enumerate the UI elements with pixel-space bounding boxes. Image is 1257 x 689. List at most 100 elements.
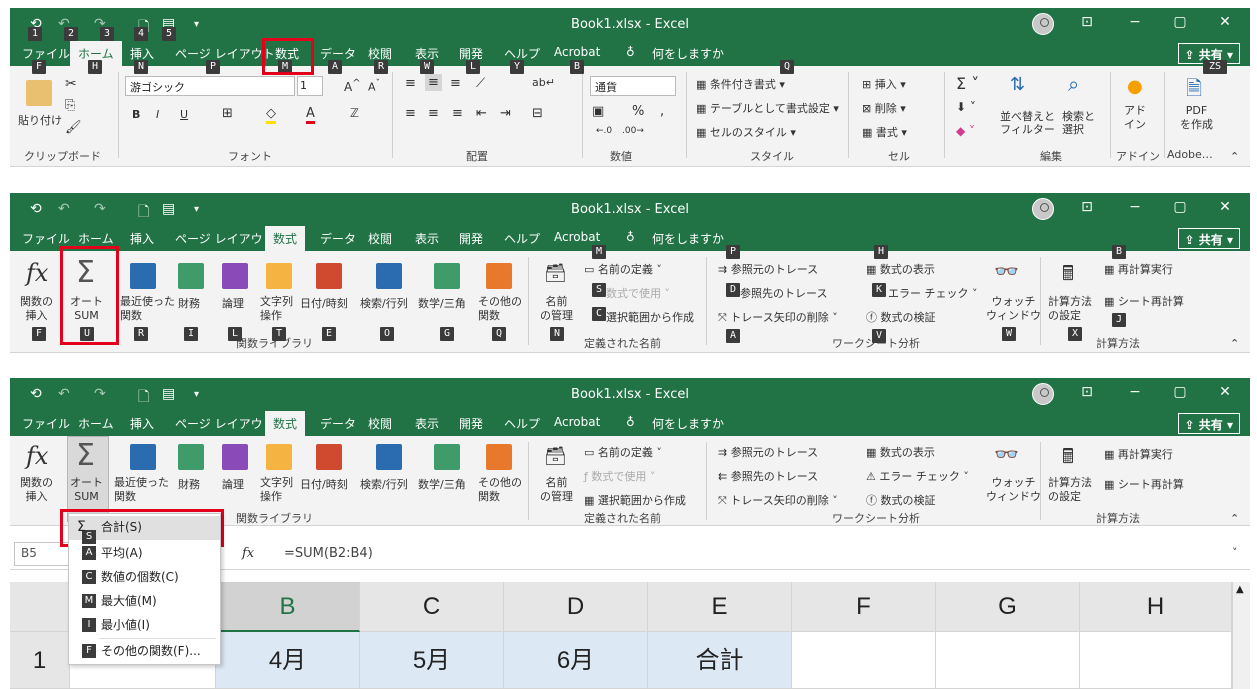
align-middle-icon[interactable]: ≡ xyxy=(425,74,442,91)
tab-developer[interactable]: 開発 xyxy=(459,415,483,432)
more-functions-icon[interactable] xyxy=(486,263,512,289)
name-manager-icon[interactable]: 🗃 xyxy=(544,263,567,284)
redo-icon[interactable]: ↷ xyxy=(94,386,106,402)
indent-increase-icon[interactable]: ⇥ xyxy=(500,106,511,121)
tab-review[interactable]: 校閲 xyxy=(368,230,392,247)
align-center-icon[interactable]: ≡ xyxy=(428,106,439,121)
fill-icon[interactable]: ⬇ ˅ xyxy=(956,100,976,114)
comma-button[interactable]: , xyxy=(660,104,664,119)
merge-icon[interactable]: ⊟ xyxy=(532,106,543,121)
percent-button[interactable]: % xyxy=(632,104,644,119)
menu-item-average[interactable]: A 平均(A) xyxy=(69,542,220,566)
cond-format-button[interactable]: ▦ 条件付き書式 ▾ xyxy=(696,76,785,92)
trace-precedents-button[interactable]: ⇉ 参照元のトレース xyxy=(718,444,818,460)
close-button[interactable]: ✕ xyxy=(1210,384,1240,400)
tab-home[interactable]: ホーム xyxy=(78,230,114,247)
tab-insert[interactable]: 挿入 xyxy=(130,415,154,432)
insert-function-icon[interactable]: fx xyxy=(26,259,48,287)
form-icon[interactable]: ▤ xyxy=(162,201,175,217)
evaluate-formula-button[interactable]: ⓕ 数式の検証 xyxy=(866,492,936,508)
column-header-h[interactable]: H xyxy=(1080,582,1232,632)
autosave-icon[interactable]: ⟲ xyxy=(30,386,42,402)
recent-functions-label[interactable]: 最近使った 関数 xyxy=(120,295,175,323)
indent-decrease-icon[interactable]: ⇤ xyxy=(476,106,487,121)
tab-help[interactable]: ヘルプ xyxy=(504,230,540,247)
watch-window-icon[interactable]: 👓 xyxy=(994,442,1019,466)
lookup-label[interactable]: 検索/行列 xyxy=(360,476,408,492)
trace-dependents-button[interactable]: ⇇ 参照先のトレース xyxy=(718,468,818,484)
clear-icon[interactable]: ◆ ˅ xyxy=(956,124,975,138)
lightbulb-icon[interactable]: ♁ xyxy=(626,45,635,59)
minimize-button[interactable]: − xyxy=(1120,199,1150,215)
cell-f1[interactable] xyxy=(792,632,936,689)
number-format-select[interactable]: 通貨 xyxy=(590,76,676,96)
ribbon-display-icon[interactable]: ⊡ xyxy=(1072,384,1102,400)
italic-button[interactable]: I xyxy=(156,108,159,121)
increase-decimal-icon[interactable]: ←.0 xyxy=(596,126,612,136)
tab-view[interactable]: 表示 xyxy=(415,230,439,247)
font-shrink-icon[interactable]: Aˇ xyxy=(368,78,380,94)
bold-button[interactable]: B xyxy=(132,108,140,121)
cell-e1[interactable]: 合計 xyxy=(648,632,792,689)
datetime-label[interactable]: 日付/時刻 xyxy=(300,476,348,492)
tab-review[interactable]: 校閲 xyxy=(368,415,392,432)
recent-functions-icon[interactable] xyxy=(130,263,156,289)
pdf-label[interactable]: PDF を作成 xyxy=(1180,104,1213,132)
financial-icon[interactable] xyxy=(178,263,204,289)
use-in-formula-button[interactable]: ƒ 数式で使用 ˅ xyxy=(584,468,655,484)
recent-functions-icon[interactable] xyxy=(130,444,156,470)
avatar[interactable] xyxy=(1032,198,1054,220)
watch-window-icon[interactable]: 👓 xyxy=(994,259,1019,283)
formula-input[interactable]: =SUM(B2:B4) xyxy=(284,546,373,561)
ribbon-display-icon[interactable]: ⊡ xyxy=(1072,199,1102,215)
error-check-button[interactable]: ⚠ エラー チェック ˅ xyxy=(866,468,969,484)
select-all-corner[interactable] xyxy=(10,582,70,632)
addin-label[interactable]: アド イン xyxy=(1124,104,1146,132)
collapse-ribbon-icon[interactable]: ⌃ xyxy=(1230,337,1239,350)
share-button[interactable]: ⇪ 共有 ▾ xyxy=(1177,413,1240,434)
calc-options-label[interactable]: 計算方法 の設定 xyxy=(1048,476,1092,504)
math-label[interactable]: 数学/三角 xyxy=(418,295,466,311)
tab-acrobat[interactable]: Acrobat xyxy=(554,415,600,429)
text-functions-icon[interactable] xyxy=(266,263,292,289)
tab-file[interactable]: ファイル xyxy=(22,415,70,432)
row-header-1[interactable]: 1 xyxy=(10,632,70,689)
recent-functions-label[interactable]: 最近使った 関数 xyxy=(114,476,169,504)
lookup-icon[interactable] xyxy=(376,444,402,470)
undo-icon[interactable]: ↶ xyxy=(58,386,70,402)
trace-dependents-button[interactable]: 参照先のトレース xyxy=(740,285,827,301)
tab-formulas[interactable]: 数式 xyxy=(265,411,306,436)
menu-item-sum[interactable]: S Σ 合計(S) xyxy=(69,516,220,544)
remove-arrows-button[interactable]: ⤧ トレース矢印の削除 ˅ xyxy=(718,309,838,325)
insert-function-icon[interactable]: fx xyxy=(26,442,48,470)
insert-function-icon[interactable]: fx xyxy=(242,546,254,561)
wrap-text-icon[interactable]: ab↵ xyxy=(532,76,555,89)
math-icon[interactable] xyxy=(434,263,460,289)
tab-view[interactable]: 表示 xyxy=(415,415,439,432)
vertical-scrollbar[interactable]: ▲ xyxy=(1232,582,1250,689)
font-name-select[interactable]: 游ゴシック xyxy=(125,76,295,96)
more-functions-label[interactable]: その他の 関数 xyxy=(478,295,522,323)
cell-d1[interactable]: 6月 xyxy=(504,632,648,689)
format-painter-icon[interactable]: 🖌 xyxy=(65,120,82,135)
column-header-b[interactable]: B xyxy=(216,582,360,632)
tab-insert[interactable]: 挿入 xyxy=(130,230,154,247)
cell-style-button[interactable]: ▦ セルのスタイル ▾ xyxy=(696,124,796,140)
datetime-icon[interactable] xyxy=(316,444,342,470)
fill-color-icon[interactable]: ◇ xyxy=(266,106,276,124)
form-icon[interactable]: ▤ xyxy=(162,386,175,402)
show-formulas-button[interactable]: ▦ 数式の表示 xyxy=(866,261,935,277)
restore-button[interactable]: ▢ xyxy=(1165,384,1195,400)
menu-item-max[interactable]: M 最大値(M) xyxy=(69,590,220,614)
cell-h1[interactable] xyxy=(1080,632,1232,689)
paste-label[interactable]: 貼り付け xyxy=(18,112,62,128)
new-file-icon[interactable]: 🗋 xyxy=(138,201,149,225)
paste-icon[interactable] xyxy=(26,80,52,106)
logical-icon[interactable] xyxy=(222,444,248,470)
column-header-g[interactable]: G xyxy=(936,582,1080,632)
tab-home[interactable]: ホーム xyxy=(78,415,114,432)
logical-label[interactable]: 論理 xyxy=(222,476,244,492)
tab-help[interactable]: ヘルプ xyxy=(504,415,540,432)
decrease-decimal-icon[interactable]: .00→ xyxy=(622,126,644,136)
column-header-e[interactable]: E xyxy=(648,582,792,632)
